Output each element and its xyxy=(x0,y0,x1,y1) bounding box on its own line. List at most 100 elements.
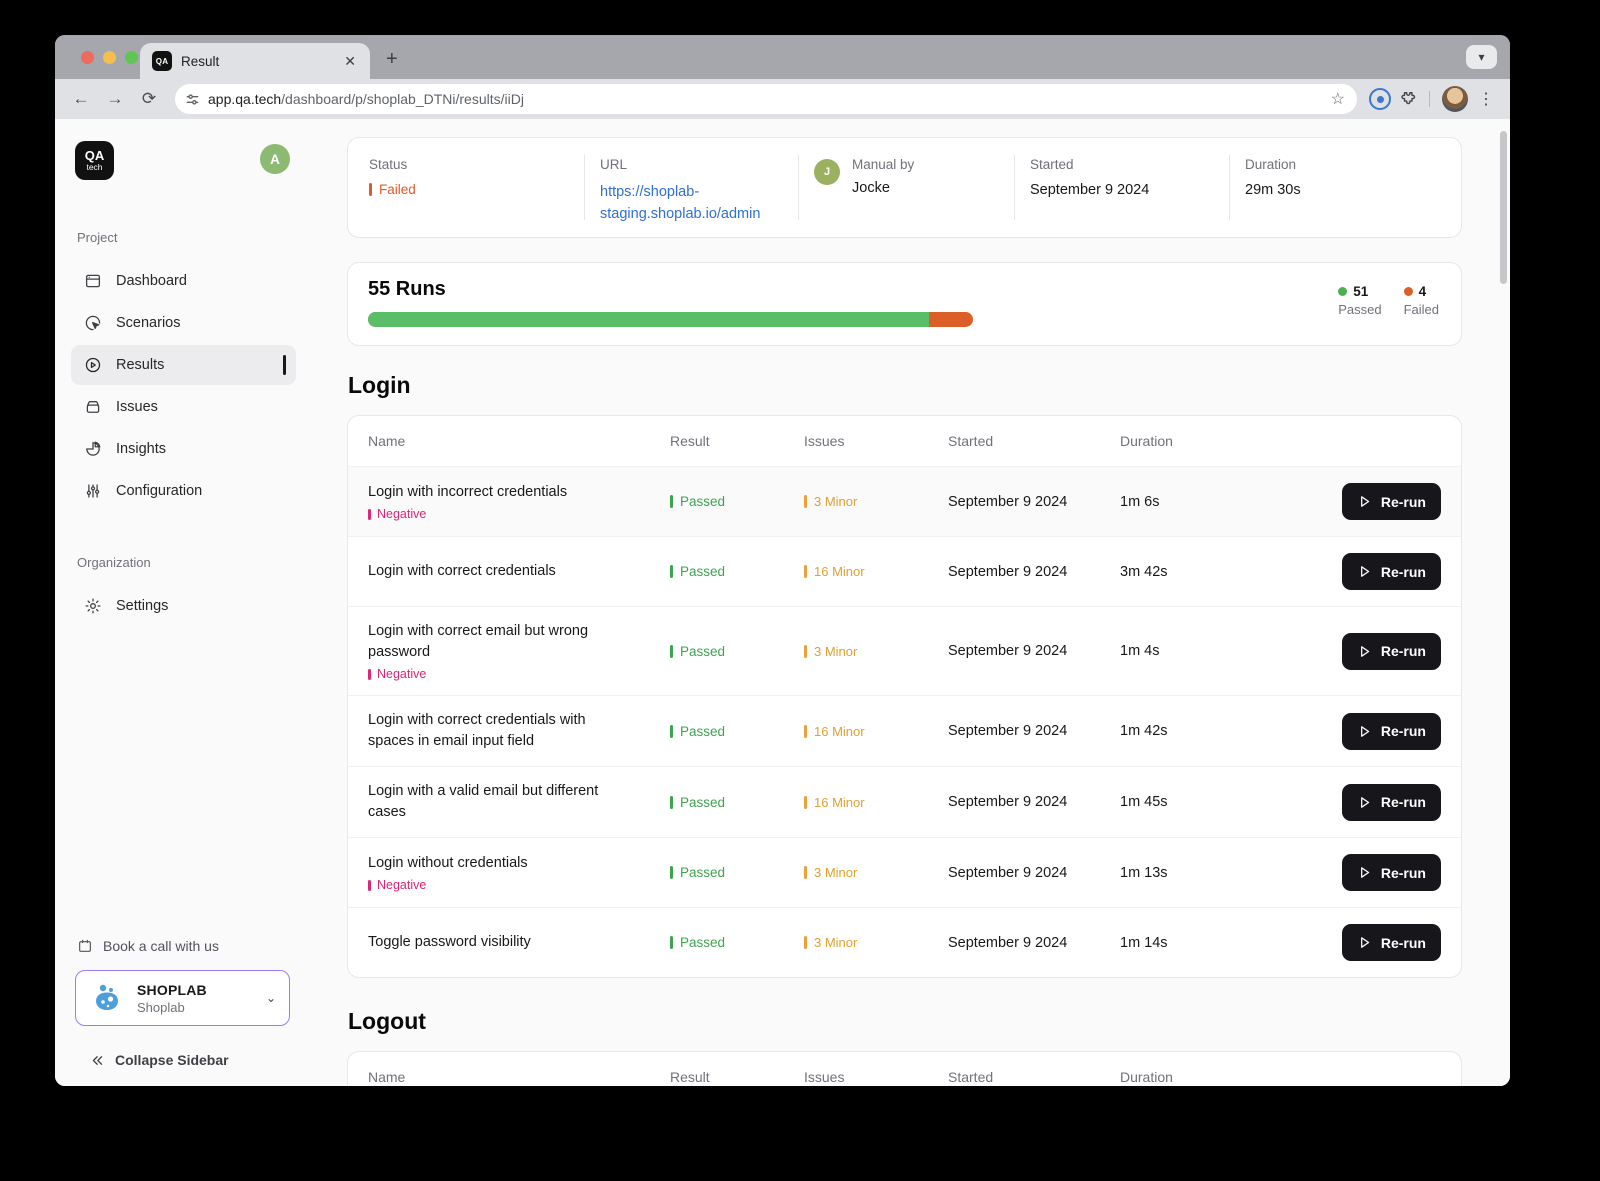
sidebar-item-dashboard[interactable]: Dashboard xyxy=(71,261,296,301)
address-bar[interactable]: app.qa.tech/dashboard/p/shoplab_DTNi/res… xyxy=(175,84,1357,114)
test-name: Login with correct credentials xyxy=(368,561,630,582)
passed-dot-icon xyxy=(1338,287,1347,296)
sidebar-item-label: Results xyxy=(116,357,164,373)
minimize-window-button[interactable] xyxy=(103,51,116,64)
double-chevron-left-icon xyxy=(90,1053,105,1068)
duration-cell: 1m 4s xyxy=(1120,643,1329,659)
zoom-window-button[interactable] xyxy=(125,51,138,64)
column-header: Duration xyxy=(1120,433,1329,449)
test-name: Login with a valid email but different c… xyxy=(368,781,630,823)
result-badge: Passed xyxy=(670,564,804,579)
rerun-button[interactable]: Re-run xyxy=(1342,553,1441,590)
section-title-login: Login xyxy=(348,372,1462,399)
close-window-button[interactable] xyxy=(81,51,94,64)
status-label: Status xyxy=(369,157,572,172)
sidebar-item-configuration[interactable]: Configuration xyxy=(71,471,296,511)
bookmark-star-icon[interactable]: ☆ xyxy=(1331,89,1347,109)
qa-tech-logo[interactable]: QA tech xyxy=(75,141,114,180)
sidebar-item-label: Settings xyxy=(116,598,168,614)
name-cell: Login with correct email but wrong passw… xyxy=(368,621,670,681)
table-row[interactable]: Login without credentialsNegativePassed3… xyxy=(348,837,1461,907)
passed-label: Passed xyxy=(1338,302,1381,317)
started-cell: September 9 2024 xyxy=(948,494,1120,510)
duration-cell: 1m 13s xyxy=(1120,865,1329,881)
sidebar-item-scenarios[interactable]: Scenarios xyxy=(71,303,296,343)
sidebar-item-issues[interactable]: Issues xyxy=(71,387,296,427)
active-indicator xyxy=(283,355,286,375)
tab-close-icon[interactable]: ✕ xyxy=(342,53,358,70)
name-cell: Login with correct credentials with spac… xyxy=(368,710,670,752)
name-cell: Login with incorrect credentialsNegative xyxy=(368,482,670,521)
failed-dot-icon xyxy=(1404,287,1413,296)
toolbar-divider xyxy=(1429,91,1430,107)
browser-profile-avatar[interactable] xyxy=(1442,86,1468,112)
logout-results-table: NameResultIssuesStartedDuration xyxy=(347,1051,1462,1086)
column-header: Result xyxy=(670,1069,804,1085)
issues-badge: 3 Minor xyxy=(804,494,948,509)
issues-icon xyxy=(83,398,102,417)
browser-tab[interactable]: QA Result ✕ xyxy=(140,43,370,79)
rerun-button[interactable]: Re-run xyxy=(1342,784,1441,821)
site-info-icon[interactable] xyxy=(185,92,200,107)
sidebar-item-label: Insights xyxy=(116,441,166,457)
browser-menu-icon[interactable]: ⋮ xyxy=(1474,89,1498,109)
rerun-button[interactable]: Re-run xyxy=(1342,633,1441,670)
rerun-button[interactable]: Re-run xyxy=(1342,483,1441,520)
sidebar-item-label: Dashboard xyxy=(116,273,187,289)
result-badge: Passed xyxy=(670,935,804,950)
name-cell: Login with correct credentials xyxy=(368,561,670,582)
browser-window: QA Result ✕ + ▾ ← → ⟳ app.qa.tech/dashbo… xyxy=(55,35,1510,1086)
legend-passed: 51 Passed xyxy=(1338,284,1381,317)
user-avatar[interactable]: A xyxy=(260,144,290,174)
result-badge: Passed xyxy=(670,724,804,739)
rerun-button[interactable]: Re-run xyxy=(1342,854,1441,891)
result-badge: Passed xyxy=(670,865,804,880)
table-row[interactable]: Login with incorrect credentialsNegative… xyxy=(348,466,1461,536)
rerun-button[interactable]: Re-run xyxy=(1342,713,1441,750)
collapse-sidebar-button[interactable]: Collapse Sidebar xyxy=(55,1052,310,1068)
table-row[interactable]: Login with correct email but wrong passw… xyxy=(348,606,1461,695)
organization-section-label: Organization xyxy=(55,555,310,570)
table-row[interactable]: Login with a valid email but different c… xyxy=(348,766,1461,837)
table-row[interactable]: Login with correct credentials Passed16 M… xyxy=(348,536,1461,606)
column-header: Result xyxy=(670,433,804,449)
column-header: Duration xyxy=(1120,1069,1329,1085)
sidebar-item-results[interactable]: Results xyxy=(71,345,296,385)
duration-cell: 1m 6s xyxy=(1120,494,1329,510)
tab-title: Result xyxy=(181,54,333,69)
started-cell: September 9 2024 xyxy=(948,723,1120,739)
back-icon[interactable]: ← xyxy=(67,85,95,113)
dashboard-icon xyxy=(83,272,102,291)
organization-switcher[interactable]: SHOPLAB Shoplab ⌄ xyxy=(75,970,290,1026)
sidebar-item-settings[interactable]: Settings xyxy=(71,586,296,626)
target-url-link[interactable]: https://shoplab- staging.shoplab.io/admi… xyxy=(600,182,786,226)
url-line-1: https://shoplab- xyxy=(600,182,786,204)
tab-search-chevron-icon[interactable]: ▾ xyxy=(1466,45,1497,69)
started-cell: September 9 2024 xyxy=(948,564,1120,580)
sidebar-item-label: Configuration xyxy=(116,483,202,499)
forward-icon[interactable]: → xyxy=(101,85,129,113)
password-extension-icon[interactable] xyxy=(1369,88,1391,110)
test-name: Login with incorrect credentials xyxy=(368,482,630,503)
scrollbar-thumb[interactable] xyxy=(1500,131,1507,284)
sidebar-nav: Dashboard Scenarios Results xyxy=(55,259,310,513)
sidebar-item-insights[interactable]: Insights xyxy=(71,429,296,469)
issues-badge: 16 Minor xyxy=(804,564,948,579)
new-tab-button[interactable]: + xyxy=(386,48,398,71)
table-row[interactable]: Toggle password visibilityPassed3 MinorS… xyxy=(348,907,1461,977)
project-section-label: Project xyxy=(55,230,310,245)
shoplab-logo xyxy=(89,980,125,1016)
table-row[interactable]: Login with correct credentials with spac… xyxy=(348,695,1461,766)
scenarios-icon xyxy=(83,314,102,333)
extensions-puzzle-icon[interactable] xyxy=(1397,89,1417,109)
issues-badge: 16 Minor xyxy=(804,724,948,739)
runs-progress-bar xyxy=(368,312,973,327)
runs-card: 55 Runs 51 Passed 4 Failed xyxy=(347,262,1462,346)
reload-icon[interactable]: ⟳ xyxy=(135,85,163,113)
trigger-user-avatar: J xyxy=(814,159,840,185)
gear-icon xyxy=(83,597,102,616)
sidebar-item-label: Scenarios xyxy=(116,315,180,331)
rerun-button[interactable]: Re-run xyxy=(1342,924,1441,961)
tab-favicon-icon: QA xyxy=(152,51,172,71)
book-call-link[interactable]: Book a call with us xyxy=(55,938,310,954)
